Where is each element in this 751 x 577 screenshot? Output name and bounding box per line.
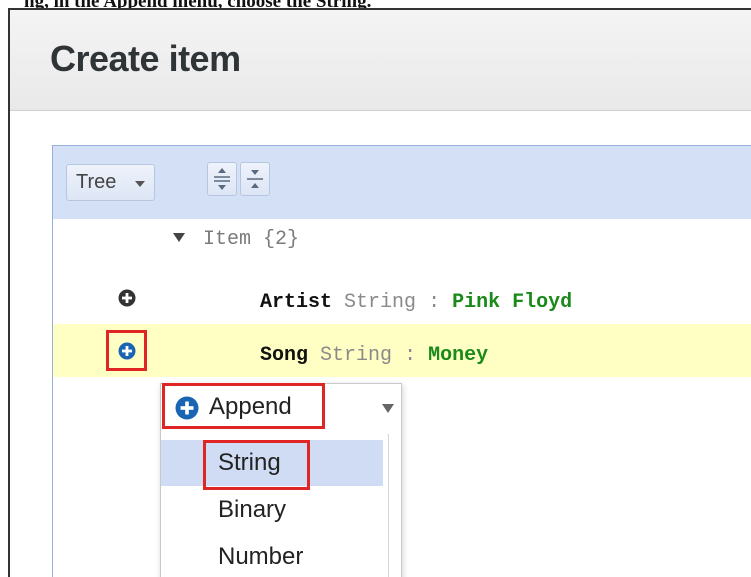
- field-key: Artist: [260, 291, 333, 314]
- submenu-caret-icon[interactable]: [382, 404, 394, 413]
- expand-triangle-icon[interactable]: [173, 233, 185, 242]
- expand-all-icon: [214, 168, 230, 190]
- tree-field-row[interactable]: Artist String : Pink Floyd: [260, 291, 572, 314]
- caret-down-icon: [135, 181, 145, 187]
- dialog-header: Create item: [10, 10, 751, 111]
- collapse-all-icon: [247, 170, 263, 188]
- tree-root-row[interactable]: Item {2}: [173, 228, 299, 251]
- field-key: Song: [260, 344, 309, 367]
- annotation-box: [162, 383, 325, 429]
- expand-all-button[interactable]: [207, 162, 237, 196]
- field-value[interactable]: Money: [428, 344, 488, 367]
- tree-root-label: Item {2}: [203, 228, 300, 251]
- menu-item-number[interactable]: Number: [161, 534, 383, 577]
- add-field-icon[interactable]: [118, 342, 136, 360]
- tree-field-row[interactable]: Song String : Money: [260, 344, 488, 367]
- editor-toolbar: Tree: [53, 146, 751, 219]
- context-menu: Append String Binary Number: [160, 383, 402, 577]
- dialog-title: Create item: [50, 38, 241, 79]
- add-field-icon[interactable]: [118, 289, 136, 307]
- mode-dropdown-label: Tree: [76, 171, 117, 193]
- json-tree-editor: Tree Item {2} Artist String: Pink Floyd…: [52, 145, 751, 577]
- field-type: String: [320, 344, 393, 367]
- field-type: String: [344, 291, 417, 314]
- field-separator: :: [404, 344, 417, 367]
- create-item-dialog: Create item Tree Item {2} Artist String …: [8, 8, 751, 577]
- menu-item-binary[interactable]: Binary: [161, 487, 383, 533]
- annotation-box: [203, 440, 310, 490]
- field-separator: :: [428, 291, 441, 314]
- mode-dropdown[interactable]: Tree: [66, 164, 155, 201]
- screenshot: ng, in the Append menu, choose the Strin…: [0, 0, 751, 577]
- field-value[interactable]: Pink Floyd: [452, 291, 572, 314]
- collapse-all-button[interactable]: [240, 162, 270, 196]
